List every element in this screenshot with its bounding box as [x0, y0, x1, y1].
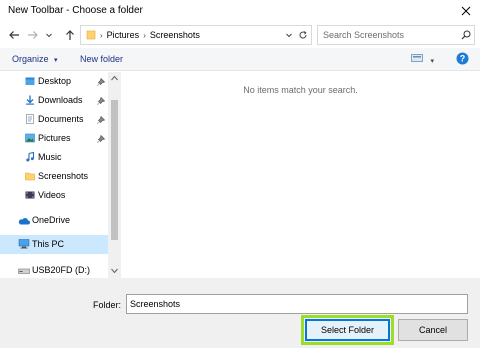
nav-item-desktop[interactable]: Desktop [0, 72, 108, 91]
search-input[interactable]: Search Screenshots [323, 30, 458, 40]
nav-item-usb-drive[interactable]: USB20FD (D:) [0, 261, 108, 278]
arrow-left-icon [9, 31, 19, 39]
select-folder-button[interactable]: Select Folder [301, 315, 394, 345]
arrow-up-icon [66, 30, 74, 40]
nav-item-videos[interactable]: Videos [0, 186, 108, 205]
chevron-down-icon: ▾ [54, 57, 58, 64]
svg-text:?: ? [460, 54, 466, 64]
pin-icon [97, 135, 105, 143]
up-button[interactable] [62, 27, 78, 43]
scroll-down-icon [111, 268, 118, 274]
navigation-pane: Desktop Downloads Documents Pictures Mus… [0, 72, 121, 278]
pin-icon [97, 78, 105, 86]
folder-icon [25, 172, 35, 181]
nav-item-downloads[interactable]: Downloads [0, 91, 108, 110]
nav-item-music[interactable]: Music [0, 148, 108, 167]
arrow-right-icon [28, 31, 38, 39]
view-icon [411, 54, 423, 62]
pin-icon [97, 97, 105, 105]
cancel-button[interactable]: Cancel [398, 319, 468, 341]
breadcrumb-screenshots[interactable]: Screenshots [150, 30, 200, 40]
address-bar[interactable]: › Pictures › Screenshots [80, 25, 312, 45]
close-icon [461, 6, 471, 16]
folder-label: Folder: [93, 300, 122, 310]
nav-item-label: Downloads [38, 95, 83, 105]
help-icon: ? [456, 52, 469, 65]
desktop-folder-icon [25, 77, 35, 85]
chevron-right-icon: › [143, 30, 146, 40]
onedrive-cloud-icon [18, 218, 30, 225]
chevron-down-icon [46, 33, 52, 38]
nav-item-pictures[interactable]: Pictures [0, 129, 108, 148]
address-dropdown-button[interactable] [283, 31, 295, 39]
scrollbar-thumb[interactable] [111, 100, 118, 240]
usb-drive-icon [18, 268, 30, 274]
nav-item-label: Music [38, 152, 62, 162]
scroll-up-icon [111, 75, 118, 81]
nav-item-this-pc[interactable]: This PC [0, 235, 108, 254]
nav-item-label: Desktop [38, 76, 72, 86]
nav-item-label: Videos [38, 190, 66, 200]
search-icon [458, 30, 474, 40]
organize-button[interactable]: Organize ▾ [12, 54, 58, 64]
empty-message: No items match your search. [243, 85, 358, 95]
view-options-button[interactable]: ▾ [411, 53, 434, 65]
search-box[interactable]: Search Screenshots [317, 25, 475, 45]
new-folder-button[interactable]: New folder [80, 54, 123, 64]
nav-item-label: Screenshots [38, 171, 89, 181]
chevron-down-icon [286, 33, 292, 38]
file-list-pane[interactable]: No items match your search. [121, 72, 480, 278]
nav-item-label: This PC [32, 239, 65, 249]
music-folder-icon [26, 152, 35, 162]
chevron-down-icon: ▾ [430, 58, 435, 65]
videos-folder-icon [25, 191, 35, 199]
pictures-folder-icon [25, 133, 35, 143]
refresh-button[interactable] [295, 30, 311, 40]
pin-icon [97, 116, 105, 124]
nav-item-label: Documents [38, 114, 84, 124]
this-pc-icon [18, 239, 30, 249]
help-button[interactable]: ? [456, 52, 469, 67]
refresh-icon [299, 31, 307, 39]
organize-label: Organize [12, 54, 49, 64]
nav-item-onedrive[interactable]: OneDrive [0, 211, 108, 230]
nav-item-label: OneDrive [32, 215, 71, 225]
back-button[interactable] [6, 27, 22, 43]
nav-item-label: USB20FD (D:) [32, 265, 91, 275]
breadcrumb-pictures[interactable]: Pictures [107, 30, 140, 40]
command-bar: Organize ▾ New folder ▾ ? [0, 48, 480, 71]
downloads-folder-icon [26, 95, 34, 105]
nav-item-documents[interactable]: Documents [0, 110, 108, 129]
navigation-bar: › Pictures › Screenshots Search Screensh… [0, 23, 480, 47]
dialog-footer: Folder: Screenshots Select Folder Cancel [0, 278, 480, 348]
nav-item-screenshots[interactable]: Screenshots [0, 167, 108, 186]
documents-folder-icon [26, 114, 34, 124]
pictures-folder-icon [86, 30, 96, 40]
window-title: New Toolbar - Choose a folder [8, 5, 143, 16]
recent-locations-button[interactable] [44, 27, 54, 43]
forward-button[interactable] [25, 27, 41, 43]
title-bar: New Toolbar - Choose a folder [0, 0, 480, 22]
close-button[interactable] [452, 0, 480, 22]
chevron-right-icon: › [100, 30, 103, 40]
folder-name-input[interactable]: Screenshots [126, 294, 468, 314]
nav-item-label: Pictures [38, 133, 71, 143]
navigation-scrollbar[interactable] [108, 72, 121, 278]
